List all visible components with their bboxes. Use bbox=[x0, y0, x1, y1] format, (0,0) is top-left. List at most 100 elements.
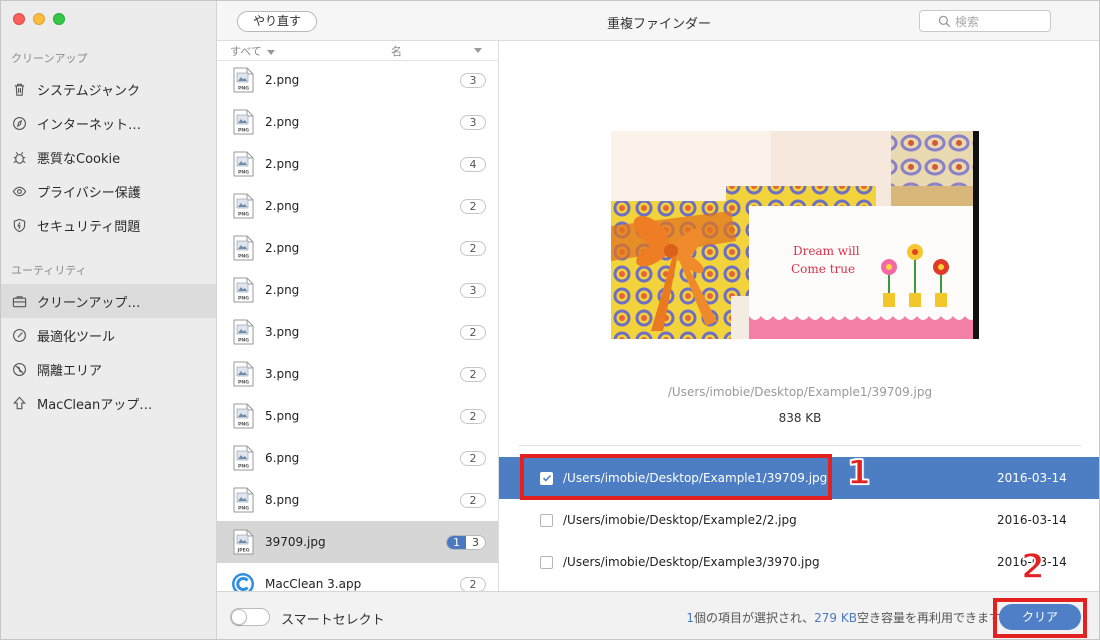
chevron-down-icon[interactable] bbox=[474, 48, 482, 53]
briefcase-icon bbox=[11, 293, 27, 309]
upload-arrow-icon bbox=[11, 395, 27, 411]
png-file-icon: PNG bbox=[233, 319, 254, 345]
file-list-row[interactable]: MacClean 3.app 2 bbox=[217, 563, 498, 591]
file-type-label: PNG bbox=[238, 254, 249, 260]
duplicate-path: /Users/imobie/Desktop/Example1/39709.jpg bbox=[563, 471, 828, 485]
sidebar-item-upgrade[interactable]: MacCleanアップ… bbox=[1, 386, 216, 420]
duplicate-row-1[interactable]: /Users/imobie/Desktop/Example1/39709.jpg… bbox=[499, 457, 1099, 499]
png-file-icon: PNG bbox=[233, 151, 254, 177]
app-window: クリーンアップ システムジャンク インターネット… 悪質なCookie プライバ… bbox=[0, 0, 1100, 640]
duplicate-count-badge: 13 bbox=[446, 534, 486, 550]
sidebar-item-label: MacCleanアップ… bbox=[37, 397, 153, 413]
duplicate-count-badge: 2 bbox=[460, 408, 486, 424]
duplicate-checkbox-2[interactable] bbox=[540, 513, 553, 527]
file-type-label: PNG bbox=[238, 86, 249, 92]
list-header: すべて 名 bbox=[217, 41, 498, 61]
file-list-row[interactable]: PNG 2.png 3 bbox=[217, 101, 498, 143]
file-type-label: PNG bbox=[238, 212, 249, 218]
jpeg-file-icon: JPEG bbox=[233, 529, 254, 555]
no-entry-icon bbox=[11, 361, 27, 377]
duplicate-checkbox-1[interactable] bbox=[540, 471, 553, 485]
png-file-icon: PNG bbox=[233, 445, 254, 471]
sidebar-item-label: システムジャンク bbox=[37, 83, 140, 99]
file-list-row[interactable]: PNG 2.png 3 bbox=[217, 59, 498, 101]
duplicate-path: /Users/imobie/Desktop/Example3/3970.jpg bbox=[563, 555, 820, 569]
sidebar-item-privacy[interactable]: プライバシー保護 bbox=[1, 174, 216, 208]
divider bbox=[519, 445, 1081, 446]
sidebar-item-cleanup-tools[interactable]: クリーンアップ… bbox=[1, 284, 216, 318]
close-window-button[interactable] bbox=[13, 13, 25, 25]
search-input[interactable]: 検索 bbox=[919, 10, 1051, 32]
file-list-row[interactable]: PNG 3.png 2 bbox=[217, 311, 498, 353]
file-name: 2.png bbox=[265, 157, 300, 171]
duplicate-checkbox-3[interactable] bbox=[540, 555, 553, 569]
selection-status: 1個の項目が選択され、279 KB空き容量を再利用できます bbox=[686, 609, 1001, 626]
sidebar-item-optimizer[interactable]: 最適化ツール bbox=[1, 318, 216, 352]
sidebar-item-label: インターネット… bbox=[37, 117, 142, 133]
file-list-row[interactable]: PNG 8.png 2 bbox=[217, 479, 498, 521]
sidebar-item-internet[interactable]: インターネット… bbox=[1, 106, 216, 140]
duplicate-date: 2016-03-14 bbox=[997, 555, 1067, 569]
status-middle-text: 個の項目が選択され、 bbox=[694, 611, 815, 625]
duplicate-count-badge: 2 bbox=[460, 576, 486, 591]
total-count-badge: 3 bbox=[472, 535, 479, 549]
duplicate-count-badge: 3 bbox=[460, 282, 486, 298]
file-name: 8.png bbox=[265, 493, 300, 507]
file-list-row[interactable]: PNG 2.png 2 bbox=[217, 185, 498, 227]
file-name: 2.png bbox=[265, 73, 300, 87]
duplicate-count-badge: 2 bbox=[460, 324, 486, 340]
sidebar-item-security[interactable]: セキュリティ問題 bbox=[1, 208, 216, 242]
search-placeholder: 検索 bbox=[955, 14, 980, 29]
duplicate-row-2[interactable]: /Users/imobie/Desktop/Example2/2.jpg 201… bbox=[499, 499, 1099, 541]
gauge-icon bbox=[11, 327, 27, 343]
sidebar-section-title-cleanup: クリーンアップ bbox=[11, 52, 88, 65]
preview-file-path: /Users/imobie/Desktop/Example1/39709.jpg bbox=[667, 385, 933, 399]
file-list-row[interactable]: PNG 5.png 2 bbox=[217, 395, 498, 437]
sidebar-item-quarantine[interactable]: 隔離エリア bbox=[1, 352, 216, 386]
smart-select-toggle[interactable] bbox=[230, 608, 270, 626]
file-list-row[interactable]: PNG 3.png 2 bbox=[217, 353, 498, 395]
clear-button[interactable]: クリア bbox=[999, 604, 1081, 630]
file-list-row[interactable]: PNG 2.png 3 bbox=[217, 269, 498, 311]
file-name: 2.png bbox=[265, 283, 300, 297]
duplicate-count-badge: 3 bbox=[460, 114, 486, 130]
minimize-window-button[interactable] bbox=[33, 13, 45, 25]
search-icon bbox=[938, 15, 951, 28]
sidebar-item-label: 悪質なCookie bbox=[37, 151, 121, 167]
filter-all-label: すべて bbox=[230, 45, 262, 58]
file-type-label: PNG bbox=[238, 128, 249, 134]
file-type-label: PNG bbox=[238, 170, 249, 176]
eye-icon bbox=[11, 183, 27, 199]
duplicate-path: /Users/imobie/Desktop/Example2/2.jpg bbox=[563, 513, 797, 527]
png-file-icon: PNG bbox=[233, 361, 254, 387]
sidebar-item-label: 隔離エリア bbox=[37, 363, 103, 379]
file-name: 2.png bbox=[265, 199, 300, 213]
sidebar-item-label: セキュリティ問題 bbox=[37, 219, 141, 235]
duplicate-count-badge: 2 bbox=[460, 492, 486, 508]
preview-card-line-1: Dream will bbox=[793, 244, 860, 258]
duplicate-count-badge: 2 bbox=[460, 198, 486, 214]
file-name: 39709.jpg bbox=[265, 535, 326, 549]
redo-button[interactable]: やり直す bbox=[237, 11, 317, 32]
window-controls bbox=[13, 13, 65, 25]
preview-pane: Dream will Come true /Users/imobie/Deskt… bbox=[499, 41, 1099, 591]
duplicate-row-3[interactable]: /Users/imobie/Desktop/Example3/3970.jpg … bbox=[499, 541, 1099, 583]
zoom-window-button[interactable] bbox=[53, 13, 65, 25]
png-file-icon: PNG bbox=[233, 277, 254, 303]
filter-all-dropdown[interactable]: すべて bbox=[230, 43, 275, 59]
file-list-row[interactable]: JPEG 39709.jpg 1 3 bbox=[217, 521, 498, 563]
file-list-row[interactable]: PNG 2.png 4 bbox=[217, 143, 498, 185]
sidebar-section-title-utilities: ユーティリティ bbox=[11, 264, 87, 277]
duplicate-file-list[interactable]: すべて 名 PNG 2.png 3 PNG 2.png 3 PNG 2.png 4 PNG 2.pn… bbox=[217, 41, 499, 591]
sort-name-header[interactable]: 名 bbox=[391, 43, 402, 59]
file-list-row[interactable]: PNG 6.png 2 bbox=[217, 437, 498, 479]
preview-image: Dream will Come true bbox=[611, 131, 979, 339]
sidebar-item-system-junk[interactable]: システムジャンク bbox=[1, 72, 216, 106]
file-name: 6.png bbox=[265, 451, 300, 465]
chevron-down-icon bbox=[266, 49, 275, 55]
duplicate-count-badge: 2 bbox=[460, 450, 486, 466]
file-list-row[interactable]: PNG 2.png 2 bbox=[217, 227, 498, 269]
sidebar-item-cookies[interactable]: 悪質なCookie bbox=[1, 140, 216, 174]
png-file-icon: PNG bbox=[233, 193, 254, 219]
png-file-icon: PNG bbox=[233, 235, 254, 261]
